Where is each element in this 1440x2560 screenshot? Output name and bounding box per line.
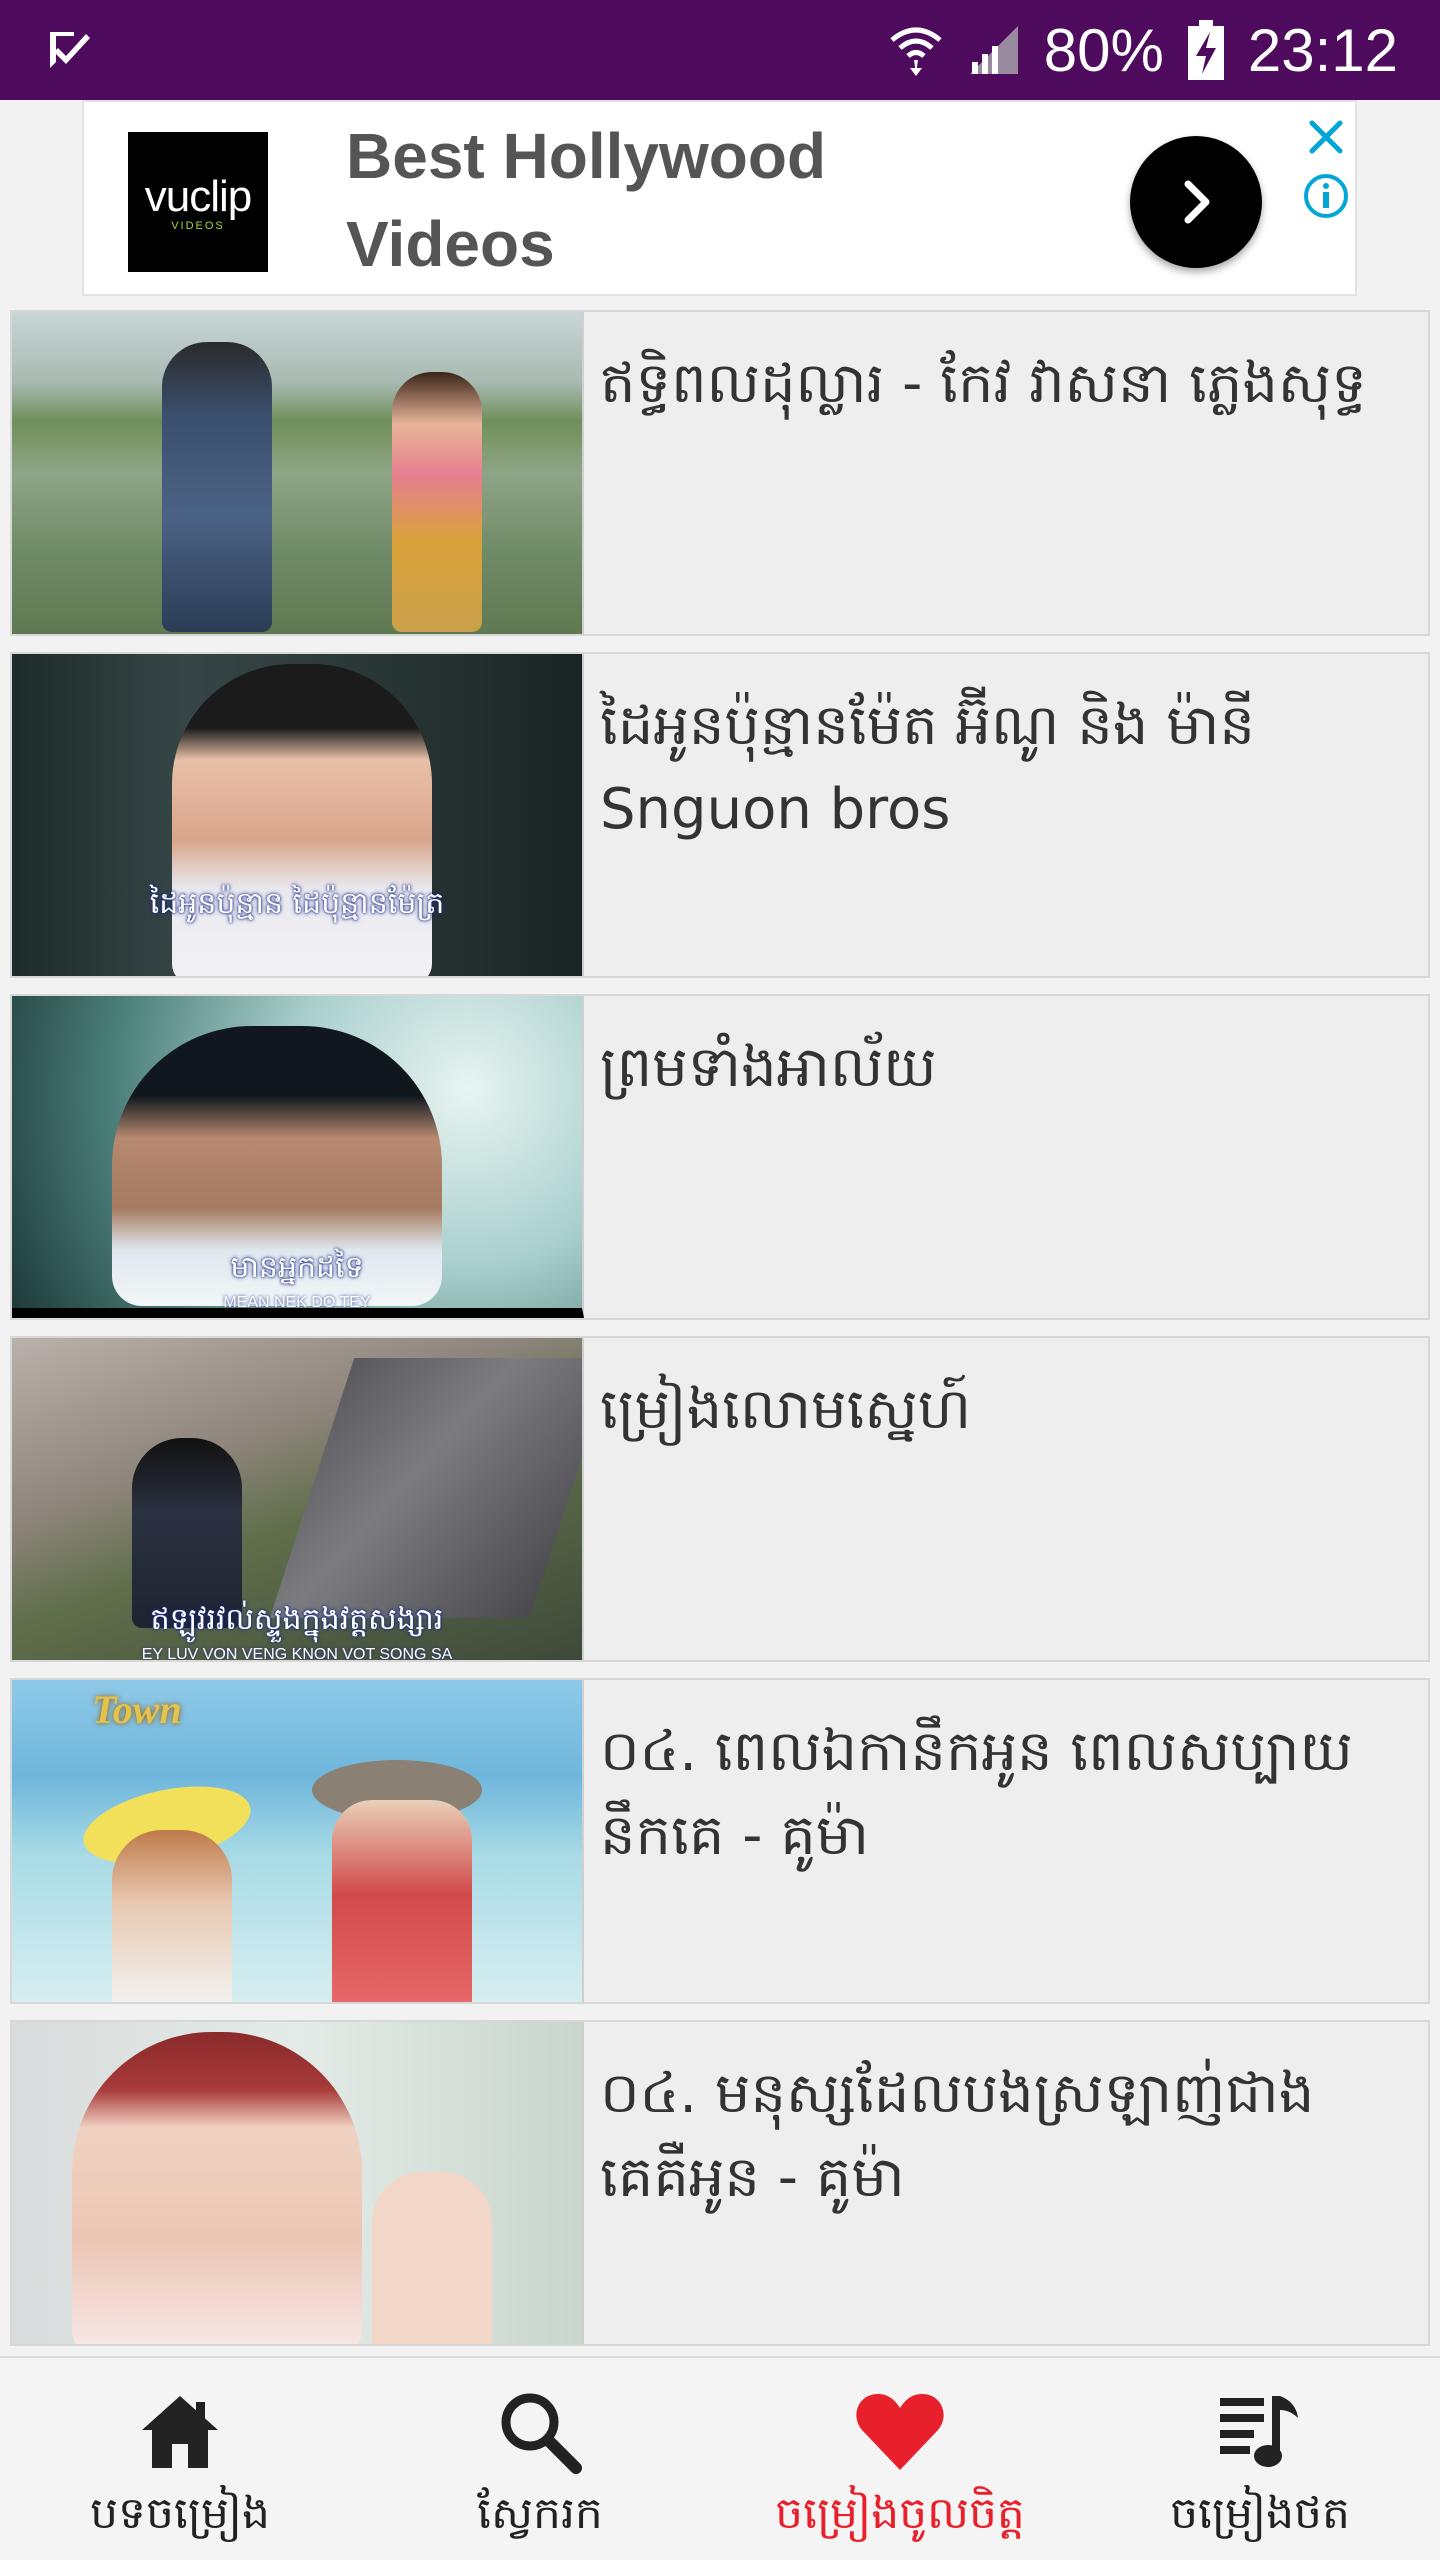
heart-icon bbox=[854, 2384, 946, 2480]
thumbnail-caption: មានអ្នកដទៃ bbox=[230, 1250, 364, 1285]
video-title[interactable]: ០៤. ពេលឯកានឹកអូន ពេលសប្បាយនឹកគេ - គូម៉ា bbox=[584, 1680, 1428, 2002]
nav-item-recorded[interactable]: ចម្រៀងថត bbox=[1080, 2358, 1440, 2560]
wifi-icon bbox=[888, 22, 944, 78]
nav-label: ចម្រៀងថត bbox=[1170, 2488, 1350, 2539]
bottom-nav: បទចម្រៀង ស្វែករក ចម្រៀងចូលចិត្ត ចម្រៀងថត bbox=[0, 2356, 1440, 2560]
list-item[interactable]: Town ០៤. ពេលឯកានឹកអូន ពេលសប្បាយនឹកគេ - គ… bbox=[10, 1678, 1430, 2004]
video-title[interactable]: ព្រមទាំងអាល័យ bbox=[584, 996, 1428, 1318]
info-icon bbox=[1304, 174, 1348, 218]
video-thumbnail bbox=[12, 2022, 584, 2344]
nav-item-search[interactable]: ស្វែករក bbox=[360, 2358, 720, 2560]
list-item[interactable]: ឥទ្ធិពលដុល្លារ - កែវ វាសនា ភ្លេងសុទ្ធ bbox=[10, 310, 1430, 636]
list-item[interactable]: ឥឡូវរវល់ស្ទួងក្នុងវត្តសង្សារ EY LUV VON … bbox=[10, 1336, 1430, 1662]
status-bar: 80% 23:12 bbox=[0, 0, 1440, 100]
signal-icon bbox=[966, 22, 1022, 78]
nav-label: បទចម្រៀង bbox=[90, 2488, 270, 2539]
thumbnail-subcaption: EY LUV VON VENG KNON VOT SONG SA bbox=[141, 1646, 453, 1660]
nav-label: ចម្រៀងចូលចិត្ត bbox=[775, 2488, 1025, 2539]
notification-check-icon bbox=[46, 26, 94, 74]
thumbnail-caption: ឥឡូវរវល់ស្ទួងក្នុងវត្តសង្សារ bbox=[150, 1602, 444, 1637]
nav-item-songs[interactable]: បទចម្រៀង bbox=[0, 2358, 360, 2560]
chevron-right-icon bbox=[1184, 180, 1210, 224]
video-thumbnail: ដៃអូនប៉ុន្មាន ដៃប៉ុន្មានម៉ែត្រ bbox=[12, 654, 584, 976]
battery-charging-icon bbox=[1186, 18, 1226, 82]
video-title[interactable]: ដៃអូនប៉ុន្មានម៉ែត អ៊ីណូ និង ម៉ានី Snguon… bbox=[584, 654, 1428, 976]
nav-item-favorites[interactable]: ចម្រៀងចូលចិត្ត bbox=[720, 2358, 1080, 2560]
close-icon bbox=[1309, 120, 1343, 154]
video-title[interactable]: ០៤. មនុស្សដែលបងស្រឡាញ់ជាងគេគឺអូន - គូម៉ា bbox=[584, 2022, 1428, 2344]
ad-info-button[interactable] bbox=[1300, 170, 1352, 222]
video-thumbnail: Town bbox=[12, 1680, 584, 2002]
video-thumbnail: ឥឡូវរវល់ស្ទួងក្នុងវត្តសង្សារ EY LUV VON … bbox=[12, 1338, 584, 1660]
nav-label: ស្វែករក bbox=[477, 2488, 603, 2539]
playlist-icon bbox=[1216, 2384, 1304, 2480]
list-item[interactable]: ០៤. មនុស្សដែលបងស្រឡាញ់ជាងគេគឺអូន - គូម៉ា bbox=[10, 2020, 1430, 2346]
video-title[interactable]: ម្រៀងលោមស្នេហ៍ bbox=[584, 1338, 1428, 1660]
video-title[interactable]: ឥទ្ធិពលដុល្លារ - កែវ វាសនា ភ្លេងសុទ្ធ bbox=[584, 312, 1428, 634]
search-icon bbox=[496, 2384, 584, 2480]
thumbnail-caption: ដៃអូនប៉ុន្មាន ដៃប៉ុន្មានម៉ែត្រ bbox=[149, 886, 445, 921]
ad-banner[interactable]: vuclip VIDEOS Best Hollywood Videos bbox=[82, 100, 1357, 296]
ad-logo: vuclip VIDEOS bbox=[128, 132, 268, 272]
list-item[interactable]: ដៃអូនប៉ុន្មាន ដៃប៉ុន្មានម៉ែត្រ ដៃអូនប៉ុន… bbox=[10, 652, 1430, 978]
home-icon bbox=[138, 2384, 222, 2480]
clock: 23:12 bbox=[1247, 16, 1398, 84]
video-thumbnail: មានអ្នកដទៃ MEAN NEK DO TEY bbox=[12, 996, 584, 1318]
list-item[interactable]: មានអ្នកដទៃ MEAN NEK DO TEY ព្រមទាំងអាល័យ bbox=[10, 994, 1430, 1320]
thumbnail-logo: Town bbox=[92, 1687, 182, 1732]
battery-percent: 80% bbox=[1043, 16, 1164, 84]
ad-close-button[interactable] bbox=[1301, 112, 1351, 162]
video-list: ឥទ្ធិពលដុល្លារ - កែវ វាសនា ភ្លេងសុទ្ធ ដៃ… bbox=[10, 310, 1430, 2362]
video-thumbnail bbox=[12, 312, 584, 634]
thumbnail-subcaption: MEAN NEK DO TEY bbox=[223, 1294, 371, 1311]
ad-title[interactable]: Best Hollywood Videos bbox=[346, 112, 906, 288]
ad-open-button[interactable] bbox=[1130, 136, 1262, 268]
